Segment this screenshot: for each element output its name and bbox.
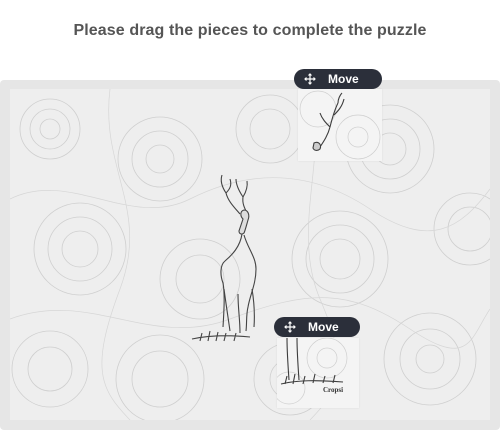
deer-illustration — [191, 174, 257, 342]
move-arrows-icon — [284, 321, 296, 333]
move-label: Move — [308, 320, 339, 334]
move-arrows-icon — [304, 73, 316, 85]
move-handle-antler[interactable]: Move — [294, 69, 382, 89]
puzzle-piece-antler[interactable] — [298, 89, 382, 161]
move-handle-legs[interactable]: Move — [274, 317, 360, 337]
page-title: Please drag the pieces to complete the p… — [73, 22, 427, 39]
piece-caption: Cropsi — [323, 386, 344, 394]
puzzle-piece-legs[interactable]: Cropsi — [277, 338, 359, 408]
antler-image — [299, 90, 381, 160]
legs-image — [277, 338, 348, 405]
puzzle-board — [10, 89, 490, 420]
move-label: Move — [328, 72, 359, 86]
background-pattern — [10, 89, 490, 420]
